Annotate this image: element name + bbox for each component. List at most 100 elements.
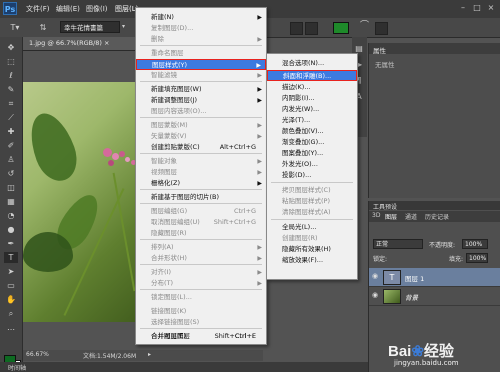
- visibility-eye-icon[interactable]: ◉: [372, 291, 380, 299]
- layer-name[interactable]: 背景: [405, 292, 418, 302]
- tab-layers[interactable]: 图层: [385, 212, 397, 221]
- close-button[interactable]: ×: [486, 3, 496, 13]
- zoom-tool-icon[interactable]: ⌕: [4, 308, 18, 319]
- status-menu-arrow-icon[interactable]: ▸: [148, 351, 151, 358]
- crop-tool-icon[interactable]: ⌗: [4, 98, 18, 109]
- layer-menu-item[interactable]: 图层编组(G) Ctrl+G: [136, 206, 266, 217]
- chevron-down-icon[interactable]: ▾: [122, 23, 125, 30]
- character-panel-icon[interactable]: [375, 22, 388, 35]
- align-center-icon[interactable]: [290, 22, 303, 35]
- style-menu-item[interactable]: 内发光(W)...: [267, 104, 357, 115]
- layer-menu-item[interactable]: 智能对象 ▶: [136, 156, 266, 167]
- style-menu-item[interactable]: 渐变叠加(G)...: [267, 137, 357, 148]
- timeline-label[interactable]: 时间轴: [8, 363, 26, 372]
- align-right-icon[interactable]: [305, 22, 318, 35]
- layer-menu-item[interactable]: 图层内容选项(O)...: [136, 106, 266, 117]
- lasso-tool-icon[interactable]: ℓ: [4, 70, 18, 81]
- layer-menu-item[interactable]: 链接图层(K): [136, 306, 266, 317]
- font-family-select[interactable]: 幸牛花情書篇: [60, 21, 120, 33]
- layer-menu-item[interactable]: 创建剪贴蒙版(C) Alt+Ctrl+G: [136, 142, 266, 153]
- healing-brush-tool-icon[interactable]: ✚: [4, 126, 18, 137]
- layer-menu-item[interactable]: 图层样式(Y) ▶: [136, 59, 266, 70]
- layer-menu-item[interactable]: 合并形状(H) ▶: [136, 253, 266, 264]
- type-tool-icon[interactable]: T: [4, 252, 18, 263]
- properties-panel-title[interactable]: 属性: [373, 45, 386, 55]
- layer-menu-item[interactable]: 选择链接图层(S): [136, 317, 266, 328]
- gradient-tool-icon[interactable]: ▦: [4, 196, 18, 207]
- layer-menu-item[interactable]: 分布(T) ▶: [136, 278, 266, 289]
- layer-menu-item[interactable]: 复制图层(D)...: [136, 23, 266, 34]
- minimize-button[interactable]: –: [458, 3, 468, 13]
- menu-file[interactable]: 文件(F): [26, 4, 50, 14]
- opacity-field[interactable]: 100%: [462, 239, 488, 249]
- style-menu-item[interactable]: 斜面和浮雕(B)...: [267, 70, 357, 81]
- eyedropper-tool-icon[interactable]: ⟋: [4, 112, 18, 123]
- style-menu-item[interactable]: 隐藏所有效果(H): [267, 244, 357, 255]
- layer-menu-item[interactable]: 新建基于图层的切片(B): [136, 192, 266, 203]
- style-menu-item[interactable]: 拷贝图层样式(C): [267, 185, 357, 196]
- history-brush-tool-icon[interactable]: ↺: [4, 168, 18, 179]
- menu-edit[interactable]: 编辑(E): [56, 4, 80, 14]
- layer-row[interactable]: ◉ T 图层 1: [369, 268, 500, 287]
- layer-row[interactable]: ◉ 背景: [369, 287, 500, 306]
- layer-menu-item[interactable]: 锁定图层(L)...: [136, 292, 266, 303]
- path-selection-tool-icon[interactable]: ➤: [4, 266, 18, 277]
- tab-history[interactable]: 历史记录: [425, 212, 449, 221]
- warp-text-icon[interactable]: ⌒: [360, 21, 370, 32]
- style-menu-item[interactable]: 内阴影(I)...: [267, 93, 357, 104]
- style-menu-item[interactable]: 外发光(O)...: [267, 159, 357, 170]
- menu-image[interactable]: 图像(I): [86, 4, 108, 14]
- style-menu-item[interactable]: 清除图层样式(A): [267, 207, 357, 218]
- layer-menu-item[interactable]: 栅格化(Z) ▶: [136, 178, 266, 189]
- quick-select-tool-icon[interactable]: ✎: [4, 84, 18, 95]
- hand-tool-icon[interactable]: ✋: [4, 294, 18, 305]
- brush-tool-icon[interactable]: ✐: [4, 140, 18, 151]
- fill-field[interactable]: 100%: [466, 253, 488, 263]
- visibility-eye-icon[interactable]: ◉: [372, 272, 380, 280]
- tool-presets-title[interactable]: 工具预设: [373, 202, 397, 211]
- layer-menu-item-label: 新建调整图层(J): [151, 96, 197, 104]
- layer-menu-item[interactable]: 重命名图层: [136, 48, 266, 59]
- style-menu-item[interactable]: 全局光(L)...: [267, 222, 357, 233]
- layer-name[interactable]: 图层 1: [405, 273, 424, 283]
- move-tool-icon[interactable]: ✥: [4, 42, 18, 53]
- shape-tool-icon[interactable]: ▭: [4, 280, 18, 291]
- layer-menu-item[interactable]: 对齐(I) ▶: [136, 267, 266, 278]
- text-orientation-icon[interactable]: ⇅: [36, 22, 50, 33]
- layer-menu-item[interactable]: 排列(A) ▶: [136, 242, 266, 253]
- style-menu-item[interactable]: 投影(D)...: [267, 170, 357, 181]
- marquee-tool-icon[interactable]: ⬚: [4, 56, 18, 67]
- layer-menu-item[interactable]: 图层蒙版(M) ▶: [136, 120, 266, 131]
- layer-menu-item[interactable]: 新建(N) ▶: [136, 12, 266, 23]
- style-menu-item[interactable]: 混合选项(N)...: [267, 58, 357, 69]
- layer-menu-item[interactable]: 矢量蒙版(V) ▶: [136, 131, 266, 142]
- style-menu-item[interactable]: 创建图层(R): [267, 233, 357, 244]
- layer-menu-item[interactable]: 隐藏图层(R): [136, 228, 266, 239]
- style-menu-item[interactable]: 图案叠加(Y)...: [267, 148, 357, 159]
- pen-tool-icon[interactable]: ✒: [4, 238, 18, 249]
- dodge-tool-icon[interactable]: ●: [4, 224, 18, 235]
- layer-menu-item[interactable]: 新建填充图层(W) ▶: [136, 84, 266, 95]
- blend-mode-select[interactable]: 正常: [373, 239, 423, 249]
- zoom-readout[interactable]: 66.67%: [26, 351, 49, 358]
- clone-stamp-tool-icon[interactable]: ♙: [4, 154, 18, 165]
- tab-3d[interactable]: 3D: [372, 212, 380, 219]
- layer-menu-item[interactable]: 取消图层编组(U) Shift+Ctrl+G: [136, 217, 266, 228]
- style-menu-item[interactable]: 光泽(T)...: [267, 115, 357, 126]
- layer-menu-item[interactable]: 智能滤镜 ▶: [136, 70, 266, 81]
- maximize-button[interactable]: □: [472, 3, 482, 13]
- text-tool-preset-icon[interactable]: T▾: [4, 22, 26, 33]
- eraser-tool-icon[interactable]: ◫: [4, 182, 18, 193]
- style-menu-item[interactable]: 描边(K)...: [267, 82, 357, 93]
- layer-menu-item[interactable]: 视频图层 ▶: [136, 167, 266, 178]
- layer-menu-item[interactable]: 新建调整图层(J) ▶: [136, 95, 266, 106]
- layer-menu-item[interactable]: 合并可见图层 Shift+Ctrl+E: [136, 331, 266, 342]
- style-menu-item[interactable]: 粘贴图层样式(P): [267, 196, 357, 207]
- style-menu-item[interactable]: 缩放效果(F)...: [267, 255, 357, 266]
- blur-tool-icon[interactable]: ◔: [4, 210, 18, 221]
- more-tools-icon[interactable]: ⋯: [4, 324, 18, 335]
- layer-menu-item[interactable]: 删除 ▶: [136, 34, 266, 45]
- tab-channels[interactable]: 通道: [405, 212, 417, 221]
- text-color-swatch[interactable]: [333, 22, 349, 34]
- style-menu-item[interactable]: 颜色叠加(V)...: [267, 126, 357, 137]
